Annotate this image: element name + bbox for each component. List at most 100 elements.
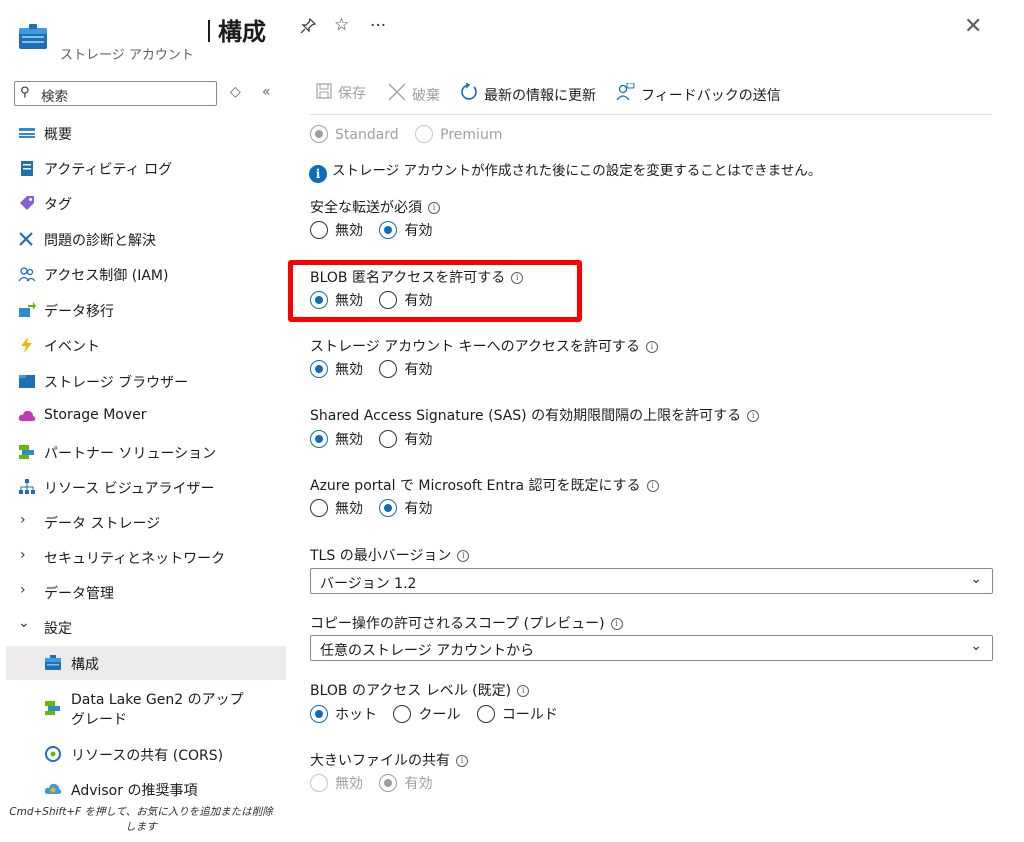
sidebar-item-overview[interactable]: 概要 bbox=[0, 116, 286, 150]
chevron-right-icon: › bbox=[20, 582, 26, 598]
search-icon: ⚲ bbox=[20, 85, 30, 100]
performance-label-cut: ―― ――― bbox=[310, 114, 510, 120]
sidebar-group-security-network[interactable]: › セキュリティとネットワーク bbox=[0, 540, 286, 574]
lightning-icon bbox=[18, 337, 36, 353]
account-key-radio-group: 無効 有効 bbox=[310, 359, 444, 379]
account-key-enabled-radio[interactable]: 有効 bbox=[379, 359, 432, 379]
chevron-down-icon: ⌄ bbox=[18, 615, 30, 631]
sas-enabled-radio[interactable]: 有効 bbox=[379, 429, 432, 449]
info-icon[interactable]: i bbox=[645, 341, 658, 353]
account-key-label: ストレージ アカウント キーへのアクセスを許可する i bbox=[310, 336, 658, 356]
activity-log-icon bbox=[18, 160, 36, 176]
info-icon[interactable]: i bbox=[428, 202, 440, 214]
close-icon[interactable]: ✕ bbox=[964, 14, 982, 39]
info-filled-icon: i bbox=[309, 165, 327, 183]
sidebar-item-storage-browser[interactable]: ストレージ ブラウザー bbox=[0, 364, 286, 398]
collapse-sidebar-icon[interactable]: « bbox=[262, 84, 271, 100]
sidebar-item-data-migration[interactable]: データ移行 bbox=[0, 293, 286, 327]
sidebar-item-tags[interactable]: タグ bbox=[0, 186, 286, 220]
more-options-icon[interactable]: ··· bbox=[370, 16, 386, 36]
tag-icon bbox=[18, 195, 36, 211]
secure-transfer-radio-group: 無効 有効 bbox=[310, 220, 444, 240]
sidebar-group-data-management[interactable]: › データ管理 bbox=[0, 575, 286, 609]
pin-icon[interactable] bbox=[300, 17, 317, 39]
users-icon bbox=[18, 266, 36, 282]
large-file-disabled-radio[interactable]: 無効 bbox=[310, 773, 363, 793]
feedback-button[interactable]: フィードバックの送信 bbox=[615, 82, 781, 105]
storage-account-icon bbox=[18, 24, 48, 54]
tls-label: TLS の最小バージョン i bbox=[310, 545, 470, 565]
upgrade-icon bbox=[44, 700, 62, 716]
search-input[interactable]: ⚲ 検索 bbox=[14, 81, 217, 106]
cors-icon bbox=[44, 746, 62, 762]
configuration-icon bbox=[44, 655, 62, 671]
cloud-icon bbox=[18, 408, 36, 424]
performance-radio-group: Standard Premium bbox=[310, 125, 514, 143]
sas-label: Shared Access Signature (SAS) の有効期限間隔の上限… bbox=[310, 405, 760, 425]
partner-icon bbox=[18, 444, 36, 460]
storage-browser-icon bbox=[18, 373, 36, 389]
copy-scope-dropdown[interactable]: 任意のストレージ アカウントから ⌄ bbox=[310, 635, 993, 661]
search-placeholder: 検索 bbox=[41, 89, 68, 105]
favorites-hint: Cmd+Shift+F を押して、お気に入りを追加または削除します bbox=[9, 806, 273, 833]
secure-transfer-enabled-radio[interactable]: 有効 bbox=[379, 220, 432, 240]
info-icon[interactable]: i bbox=[610, 618, 623, 630]
info-icon[interactable]: i bbox=[747, 410, 760, 422]
chevron-right-icon: › bbox=[20, 512, 26, 528]
performance-note: i ストレージ アカウントが作成された後にこの設定を変更することはできません。 bbox=[309, 159, 821, 183]
access-tier-hot-radio[interactable]: ホット bbox=[310, 704, 377, 724]
entra-label: Azure portal で Microsoft Entra 認可を既定にする i bbox=[310, 475, 659, 495]
expand-collapse-icon[interactable]: ◇ bbox=[230, 84, 241, 100]
sidebar-item-events[interactable]: イベント bbox=[0, 328, 286, 362]
info-icon[interactable]: i bbox=[646, 480, 659, 492]
advisor-icon bbox=[44, 781, 62, 797]
large-file-label: 大きいファイルの共有 i bbox=[310, 750, 468, 770]
large-file-enabled-radio[interactable]: 有効 bbox=[379, 773, 432, 793]
entra-disabled-radio[interactable]: 無効 bbox=[310, 498, 363, 518]
copy-scope-label: コピー操作の許可されるスコープ (プレビュー) i bbox=[310, 613, 623, 633]
data-migration-icon bbox=[18, 302, 36, 318]
save-icon bbox=[316, 83, 332, 103]
chevron-down-icon: ⌄ bbox=[970, 571, 982, 587]
access-tier-label: BLOB のアクセス レベル (既定) i bbox=[310, 680, 530, 700]
highlight-box bbox=[288, 260, 582, 322]
page-title: 構成 bbox=[208, 12, 266, 47]
sidebar-item-advisor[interactable]: Advisor の推奨事項 bbox=[0, 772, 286, 806]
favorite-star-icon[interactable]: ☆ bbox=[334, 15, 349, 35]
sidebar-item-activity-log[interactable]: アクティビティ ログ bbox=[0, 151, 286, 185]
sidebar-item-resource-visualizer[interactable]: リソース ビジュアライザー bbox=[0, 470, 286, 504]
sidebar-item-data-lake-upgrade[interactable]: Data Lake Gen2 のアップ グレード bbox=[0, 688, 286, 732]
secure-transfer-disabled-radio[interactable]: 無効 bbox=[310, 220, 363, 240]
performance-premium-radio[interactable]: Premium bbox=[415, 125, 502, 143]
access-tier-cold-radio[interactable]: コールド bbox=[476, 704, 558, 724]
large-file-radio-group: 無効 有効 bbox=[310, 773, 444, 793]
tls-version-dropdown[interactable]: バージョン 1.2 ⌄ bbox=[310, 568, 993, 594]
info-icon[interactable]: i bbox=[456, 755, 468, 767]
performance-standard-radio[interactable]: Standard bbox=[310, 125, 399, 143]
discard-button[interactable]: 破棄 bbox=[388, 83, 440, 105]
account-key-disabled-radio[interactable]: 無効 bbox=[310, 359, 363, 379]
access-tier-radio-group: ホット クール コールド bbox=[310, 704, 570, 724]
info-icon[interactable]: i bbox=[457, 550, 470, 562]
sas-radio-group: 無効 有効 bbox=[310, 429, 444, 449]
sidebar-item-partner-solutions[interactable]: パートナー ソリューション bbox=[0, 435, 286, 469]
access-tier-cool-radio[interactable]: クール bbox=[393, 704, 460, 724]
refresh-button[interactable]: 最新の情報に更新 bbox=[460, 82, 596, 105]
wrench-icon bbox=[18, 231, 36, 247]
chevron-down-icon: ⌄ bbox=[970, 638, 982, 654]
sas-disabled-radio[interactable]: 無効 bbox=[310, 429, 363, 449]
info-icon[interactable]: i bbox=[517, 685, 530, 697]
entra-enabled-radio[interactable]: 有効 bbox=[379, 498, 432, 518]
sidebar-item-cors[interactable]: リソースの共有 (CORS) bbox=[0, 737, 286, 771]
sidebar-item-diagnose[interactable]: 問題の診断と解決 bbox=[0, 222, 286, 256]
entra-radio-group: 無効 有効 bbox=[310, 498, 444, 518]
refresh-icon bbox=[460, 82, 478, 105]
sidebar-group-data-storage[interactable]: › データ ストレージ bbox=[0, 505, 286, 539]
sidebar-item-iam[interactable]: アクセス制御 (IAM) bbox=[0, 257, 286, 291]
save-button[interactable]: 保存 bbox=[316, 83, 366, 103]
overview-icon bbox=[18, 125, 36, 141]
sidebar-item-configuration[interactable]: 構成 bbox=[6, 646, 286, 680]
sidebar-item-storage-mover[interactable]: Storage Mover bbox=[0, 399, 286, 433]
chevron-right-icon: › bbox=[20, 547, 26, 563]
sidebar-group-settings[interactable]: ⌄ 設定 bbox=[0, 610, 286, 644]
